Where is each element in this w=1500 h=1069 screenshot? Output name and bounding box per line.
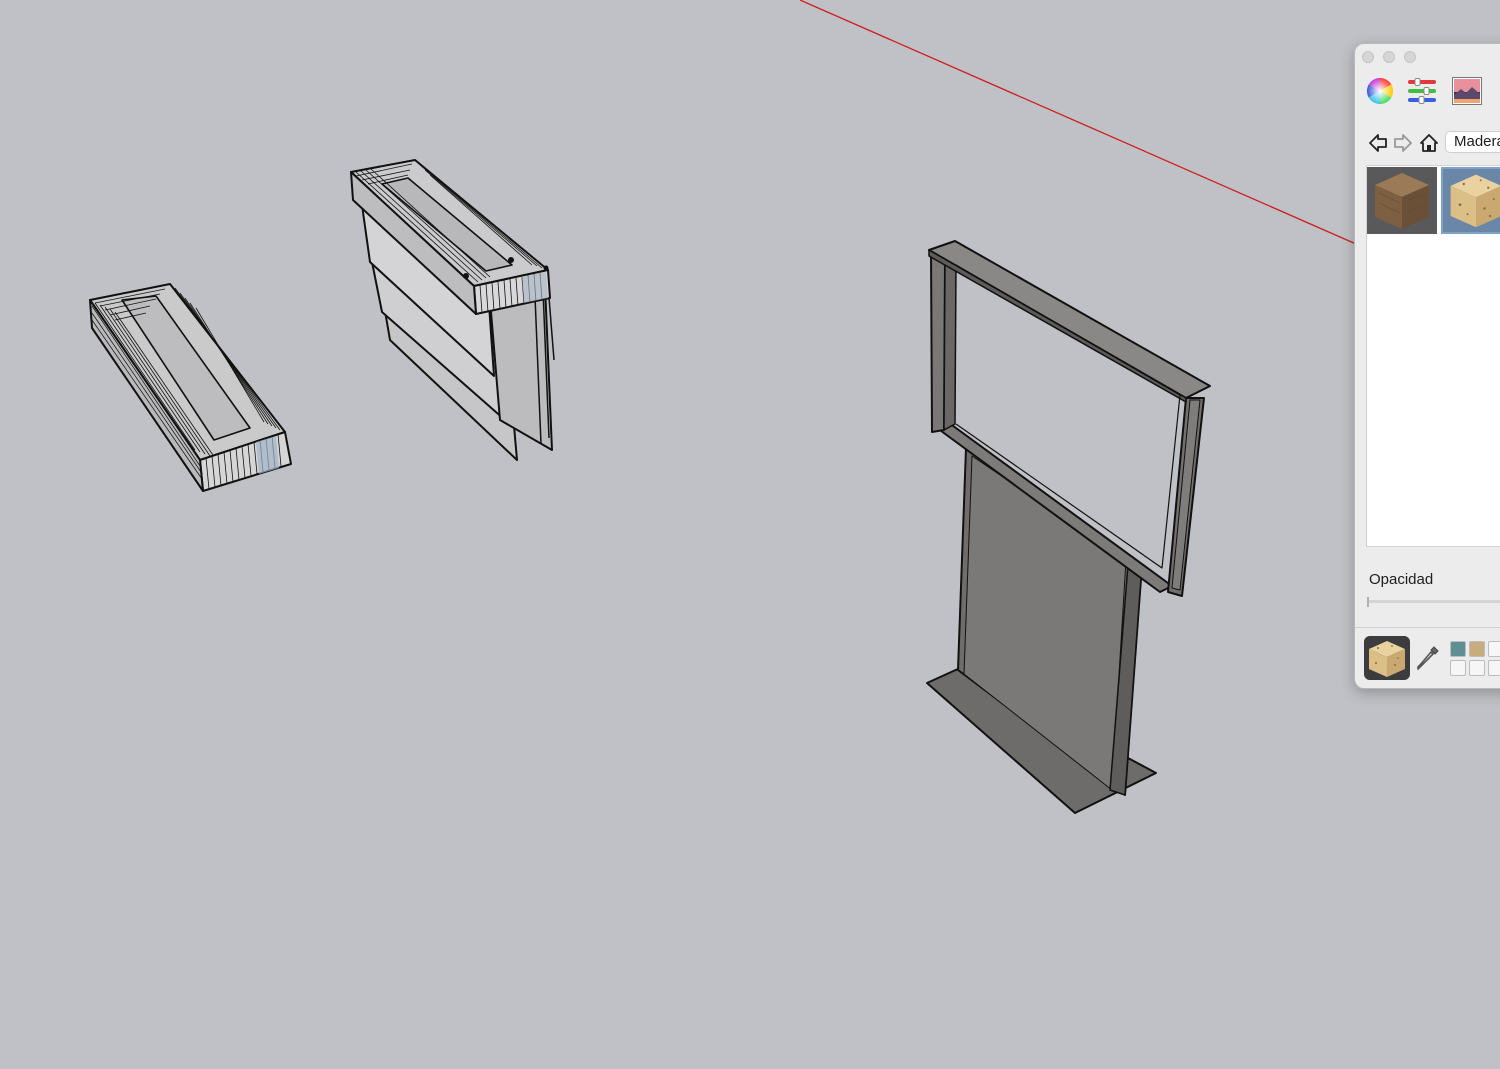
image-palette-icon[interactable]: [1452, 77, 1482, 105]
textured-stand-model[interactable]: [926, 240, 1211, 814]
footer-divider: [1355, 627, 1500, 628]
close-window-button[interactable]: [1362, 51, 1374, 63]
zoom-window-button[interactable]: [1404, 51, 1416, 63]
minimize-window-button[interactable]: [1383, 51, 1395, 63]
red-axis-line: [799, 0, 1357, 245]
material-swatch[interactable]: [1367, 167, 1437, 234]
empty-color-swatch[interactable]: [1450, 660, 1466, 676]
opacity-slider[interactable]: [1367, 597, 1500, 607]
flat-frame-model[interactable]: [89, 283, 292, 492]
recent-color-swatch[interactable]: [1469, 641, 1485, 657]
eyedropper-icon[interactable]: [1415, 644, 1441, 672]
recent-color-swatch[interactable]: [1450, 641, 1466, 657]
panel-frame-model[interactable]: [350, 159, 555, 461]
current-material-preview[interactable]: [1364, 636, 1410, 680]
empty-color-swatch[interactable]: [1488, 660, 1500, 676]
empty-color-swatch[interactable]: [1469, 660, 1485, 676]
materials-panel: Madera Opacidad: [1354, 43, 1500, 689]
empty-color-swatch[interactable]: [1488, 641, 1500, 657]
opacity-slider-track: [1367, 600, 1500, 603]
collection-dropdown[interactable]: Madera: [1445, 131, 1500, 153]
sliders-icon[interactable]: [1407, 77, 1437, 105]
material-swatch-selected[interactable]: [1441, 167, 1500, 234]
opacity-label: Opacidad: [1369, 571, 1434, 588]
home-icon[interactable]: [1418, 132, 1440, 154]
forward-arrow-icon[interactable]: [1392, 132, 1414, 154]
material-browser: [1366, 165, 1500, 547]
back-arrow-icon[interactable]: [1367, 132, 1389, 154]
model-viewport[interactable]: [0, 0, 1500, 1069]
color-wheel-icon[interactable]: [1365, 77, 1395, 105]
opacity-slider-knob[interactable]: [1367, 597, 1369, 607]
